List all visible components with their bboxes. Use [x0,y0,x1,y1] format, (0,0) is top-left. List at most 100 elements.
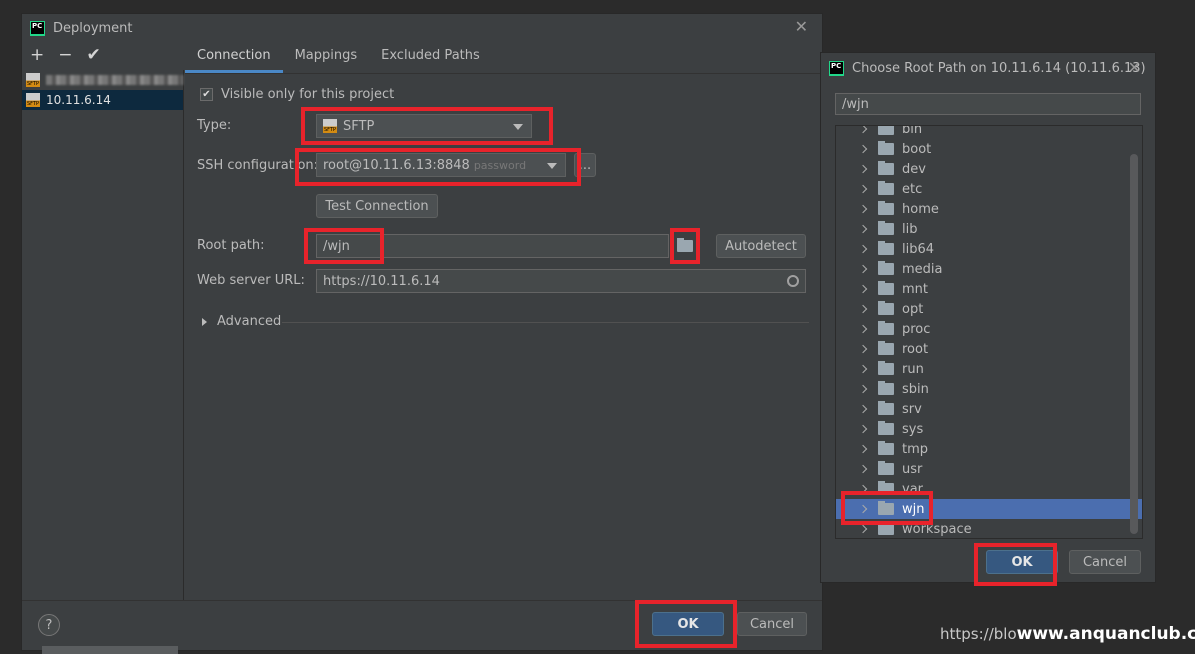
chevron-right-icon[interactable] [858,464,868,474]
folder-node[interactable]: usr [836,459,1142,479]
chooser-cancel-button[interactable]: Cancel [1069,550,1141,574]
folder-node[interactable]: lib64 [836,239,1142,259]
folder-node[interactable]: media [836,259,1142,279]
autodetect-button[interactable]: Autodetect [716,234,806,258]
chevron-right-icon[interactable] [858,384,868,394]
tab-excluded-paths[interactable]: Excluded Paths [369,42,492,73]
chevron-right-icon[interactable] [858,364,868,374]
folder-node[interactable]: run [836,359,1142,379]
folder-icon [878,321,894,335]
chevron-right-icon[interactable] [858,244,868,254]
tab-connection[interactable]: Connection [185,42,283,73]
chooser-title: Choose Root Path on 10.11.6.14 (10.11.6.… [852,60,1146,76]
chevron-right-icon[interactable] [858,284,868,294]
folder-label: run [902,361,924,377]
close-icon[interactable]: ✕ [1128,58,1141,77]
chevron-right-icon[interactable] [858,126,868,134]
chevron-right-icon[interactable] [858,524,868,534]
chevron-right-icon[interactable] [858,224,868,234]
add-server-icon[interactable]: + [30,45,44,65]
type-select[interactable]: SFTP SFTP [316,114,532,138]
chevron-right-icon[interactable] [858,444,868,454]
cancel-button[interactable]: Cancel [737,612,807,636]
vertical-scrollbar[interactable] [1130,154,1138,534]
folder-node[interactable]: proc [836,319,1142,339]
web-url-input[interactable]: https://10.11.6.14 [316,269,806,293]
test-connection-button[interactable]: Test Connection [316,194,438,218]
chevron-right-icon[interactable] [858,144,868,154]
sftp-server-icon: SFTP [26,73,40,87]
tab-mappings[interactable]: Mappings [283,42,370,73]
folder-label: home [902,201,939,217]
folder-icon [878,221,894,235]
folder-node[interactable]: sbin [836,379,1142,399]
ssh-config-select[interactable]: root@10.11.6.13:8848 password [316,153,566,177]
close-icon[interactable]: ✕ [795,17,808,36]
folder-label: lib [902,221,918,237]
folder-icon [878,201,894,215]
ssh-config-hint: password [473,158,527,172]
advanced-label: Advanced [217,314,282,329]
root-path-input[interactable]: /wjn [316,234,669,258]
ok-button[interactable]: OK [652,612,724,636]
folder-node[interactable]: var [836,479,1142,499]
chevron-down-icon [513,124,523,130]
visible-only-row: ✔ Visible only for this project [200,87,394,102]
chevron-right-icon[interactable] [858,304,868,314]
globe-icon[interactable] [787,275,799,287]
chevron-right-icon[interactable] [858,204,868,214]
chevron-right-icon[interactable] [858,404,868,414]
deployment-title: Deployment [53,20,133,36]
folder-node[interactable]: root [836,339,1142,359]
folder-icon [878,141,894,155]
visible-only-checkbox[interactable]: ✔ [200,88,213,101]
folder-icon [878,441,894,455]
help-button[interactable]: ? [38,614,60,636]
root-path-label: Root path: [197,238,265,253]
chevron-right-icon[interactable] [858,184,868,194]
folder-icon [878,381,894,395]
blurred-server-name [46,75,183,85]
browse-folder-icon[interactable] [677,238,693,254]
folder-icon [677,238,693,252]
folder-node[interactable]: workspace [836,519,1142,538]
folder-label: usr [902,461,923,477]
advanced-section[interactable]: Advanced [202,314,281,329]
folder-node[interactable]: lib [836,219,1142,239]
choose-root-path-dialog: Choose Root Path on 10.11.6.14 (10.11.6.… [820,52,1156,586]
folder-node[interactable]: srv [836,399,1142,419]
tab-bar: Connection Mappings Excluded Paths [185,42,822,74]
folder-node[interactable]: etc [836,179,1142,199]
chevron-right-icon[interactable] [858,484,868,494]
folder-node[interactable]: sys [836,419,1142,439]
ssh-config-more-button[interactable]: ... [574,153,596,177]
chevron-right-icon[interactable] [858,344,868,354]
folder-node[interactable]: opt [836,299,1142,319]
folder-node[interactable]: bin [836,126,1142,139]
chooser-ok-button[interactable]: OK [986,550,1058,574]
folder-label: dev [902,161,926,177]
server-item-10-11-6-14[interactable]: SFTP 10.11.6.14 [22,90,183,110]
horizontal-scrollbar[interactable] [42,646,178,654]
folder-node[interactable]: home [836,199,1142,219]
chevron-right-icon[interactable] [858,264,868,274]
folder-node[interactable]: boot [836,139,1142,159]
chevron-right-icon[interactable] [858,164,868,174]
folder-icon [878,521,894,535]
folder-node[interactable]: tmp [836,439,1142,459]
folder-node[interactable]: wjn [836,499,1142,519]
chevron-right-icon[interactable] [858,424,868,434]
folder-tree: bin boot dev etc home lib lib64 media mnt opt proc… [835,125,1143,539]
folder-node[interactable]: mnt [836,279,1142,299]
deployment-titlebar: Deployment [22,14,822,42]
server-item-blurred[interactable]: SFTP [22,70,183,90]
path-input[interactable]: /wjn [835,93,1141,115]
apply-check-icon[interactable]: ✔ [87,45,101,65]
folder-icon [878,401,894,415]
folder-label: workspace [902,521,972,537]
chevron-right-icon[interactable] [858,324,868,334]
folder-node[interactable]: dev [836,159,1142,179]
remove-server-icon[interactable]: − [58,45,72,65]
chevron-right-icon[interactable] [858,504,868,514]
folder-label: boot [902,141,932,157]
